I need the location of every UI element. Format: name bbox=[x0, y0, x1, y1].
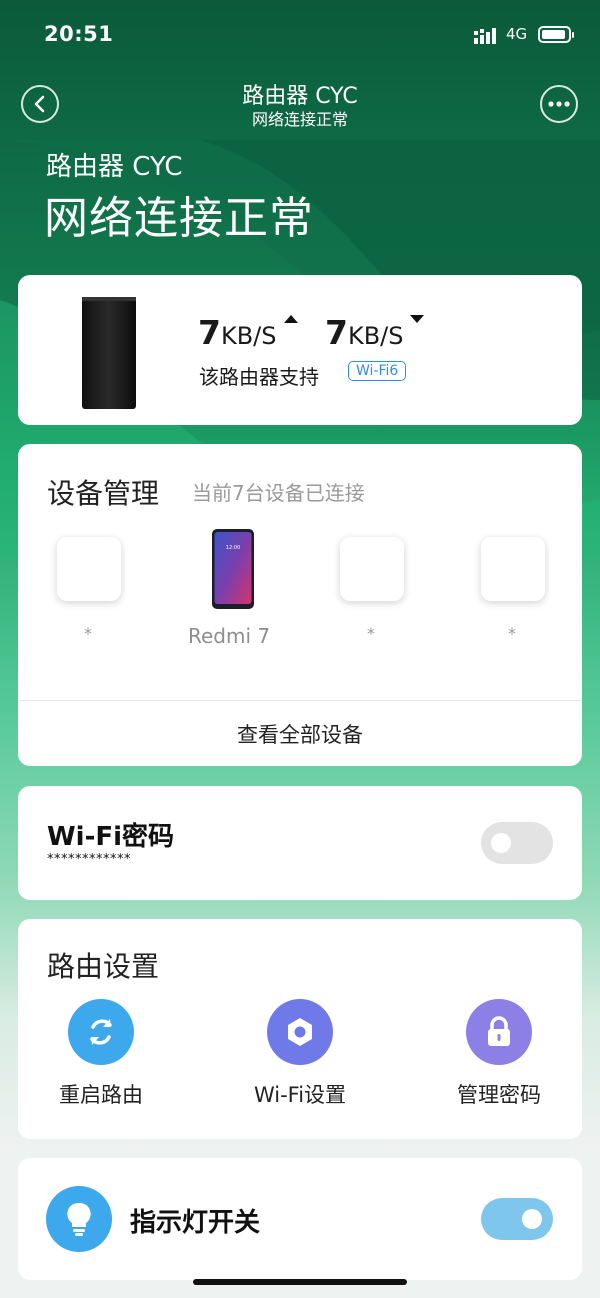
admin-password-label: 管理密码 bbox=[457, 1083, 541, 1107]
restart-router-label: 重启路由 bbox=[59, 1083, 143, 1107]
router-settings-title: 路由设置 bbox=[47, 950, 160, 983]
device-label: * bbox=[367, 624, 375, 643]
download-value: 7 bbox=[325, 313, 348, 352]
network-type: 4G bbox=[506, 25, 528, 43]
device-label: * bbox=[84, 624, 92, 643]
device-placeholder-icon[interactable] bbox=[340, 537, 404, 601]
svg-text:12:00: 12:00 bbox=[226, 545, 240, 551]
lock-icon bbox=[466, 999, 532, 1065]
download-speed: 7KB/S bbox=[325, 313, 404, 352]
more-button[interactable] bbox=[540, 85, 578, 123]
home-indicator bbox=[193, 1279, 407, 1285]
restart-icon bbox=[68, 999, 134, 1065]
more-dots-icon bbox=[548, 101, 570, 107]
status-time: 20:51 bbox=[44, 22, 114, 46]
support-text: 该路由器支持 bbox=[199, 365, 319, 389]
view-all-devices-button[interactable]: 查看全部设备 bbox=[18, 701, 582, 766]
router-image bbox=[82, 297, 136, 409]
wifi-password-title: Wi-Fi密码 bbox=[47, 822, 175, 852]
toggle-knob bbox=[491, 833, 511, 853]
indicator-light-title: 指示灯开关 bbox=[130, 1208, 261, 1238]
nav-subtitle: 网络连接正常 bbox=[251, 110, 348, 129]
upload-speed: 7KB/S bbox=[198, 313, 277, 352]
device-label: Redmi 7 bbox=[188, 624, 271, 648]
toggle-knob bbox=[522, 1209, 542, 1229]
device-management-card: 设备管理 当前7台设备已连接 * 12:00 Redmi 7 * * 查看全部设… bbox=[18, 444, 582, 766]
device-section-title: 设备管理 bbox=[47, 477, 160, 510]
battery-icon bbox=[538, 26, 574, 43]
upload-arrow-icon bbox=[284, 315, 298, 323]
upload-value: 7 bbox=[198, 313, 221, 352]
restart-router-button[interactable]: 重启路由 bbox=[38, 999, 164, 1109]
download-arrow-icon bbox=[410, 315, 424, 323]
hexagon-settings-icon bbox=[267, 999, 333, 1065]
wifi-settings-label: Wi-Fi设置 bbox=[253, 1083, 347, 1107]
indicator-light-card: 指示灯开关 bbox=[18, 1158, 582, 1280]
smartphone-icon[interactable]: 12:00 bbox=[212, 529, 254, 609]
chevron-left-icon bbox=[34, 95, 45, 113]
device-count-text: 当前7台设备已连接 bbox=[192, 481, 365, 505]
download-unit: KB/S bbox=[347, 322, 404, 350]
admin-password-button[interactable]: 管理密码 bbox=[434, 999, 564, 1109]
back-button[interactable] bbox=[21, 85, 59, 123]
lightbulb-icon bbox=[46, 1186, 112, 1252]
indicator-light-toggle[interactable] bbox=[481, 1198, 553, 1240]
router-speed-card[interactable]: 7KB/S 7KB/S 该路由器支持 Wi-Fi6 bbox=[18, 275, 582, 425]
wifi6-badge: Wi-Fi6 bbox=[348, 361, 407, 381]
router-name: 路由器 CYC bbox=[46, 152, 183, 182]
wifi-settings-button[interactable]: Wi-Fi设置 bbox=[230, 999, 370, 1109]
device-placeholder-icon[interactable] bbox=[57, 537, 121, 601]
cellular-signal-icon bbox=[474, 28, 496, 44]
router-settings-card: 路由设置 重启路由 Wi-Fi设置 管理密码 bbox=[18, 919, 582, 1139]
wifi-password-masked: ************ bbox=[47, 852, 131, 867]
connection-status: 网络连接正常 bbox=[44, 193, 314, 244]
device-label: * bbox=[508, 624, 516, 643]
wifi-password-toggle[interactable] bbox=[481, 822, 553, 864]
wifi-password-card: Wi-Fi密码 ************ bbox=[18, 786, 582, 900]
upload-unit: KB/S bbox=[220, 322, 277, 350]
device-placeholder-icon[interactable] bbox=[481, 537, 545, 601]
status-bar: 20:51 4G bbox=[0, 0, 600, 70]
